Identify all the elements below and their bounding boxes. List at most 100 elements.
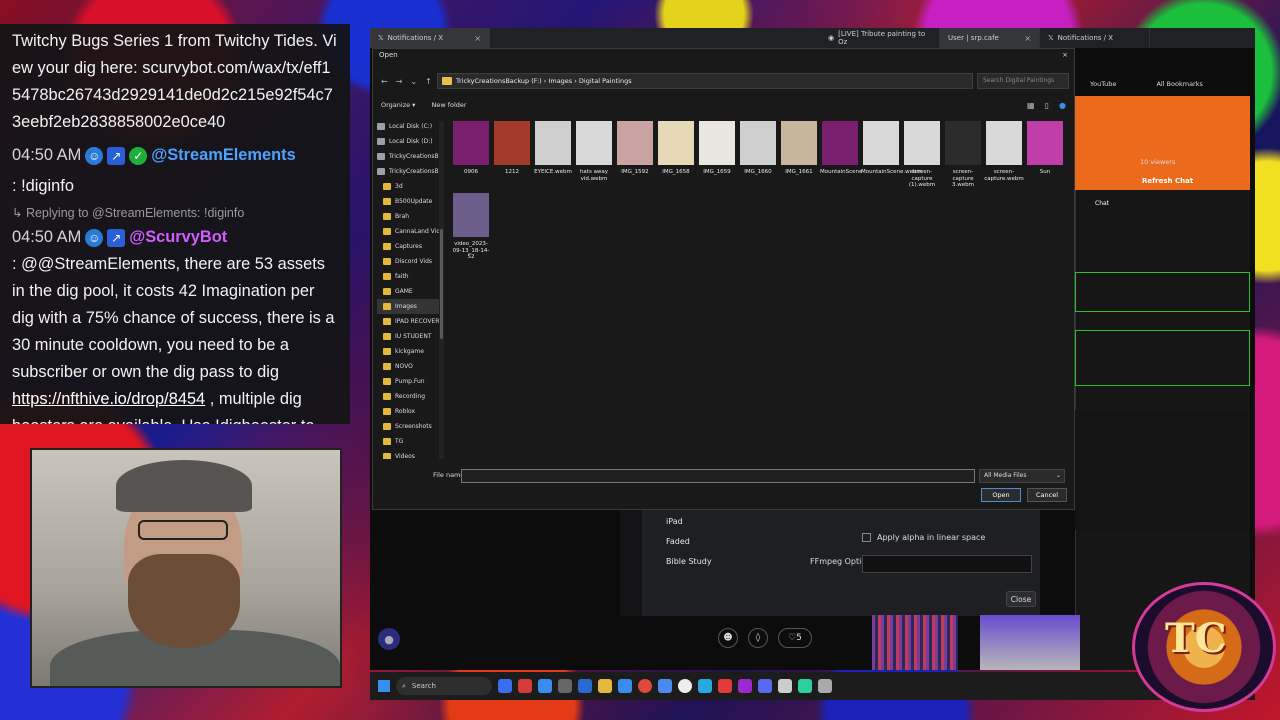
file-item[interactable]: EYEICE.webm bbox=[533, 121, 573, 176]
new-folder-button[interactable]: New folder bbox=[431, 101, 466, 109]
telegram-icon[interactable] bbox=[698, 679, 712, 693]
tree-item[interactable]: TG bbox=[377, 434, 443, 449]
tree-item[interactable]: kickgame bbox=[377, 344, 443, 359]
bookmark-youtube[interactable]: YouTube bbox=[1090, 80, 1116, 88]
app-icon[interactable] bbox=[538, 679, 552, 693]
app-icon[interactable] bbox=[618, 679, 632, 693]
file-item[interactable]: screen-capture 3.webm bbox=[943, 121, 983, 189]
file-item[interactable]: 0906 bbox=[451, 121, 491, 176]
address-bar[interactable]: TrickyCreationsBackup (F:) › Images › Di… bbox=[437, 73, 973, 89]
tree-item[interactable]: Screenshots bbox=[377, 419, 443, 434]
up-arrow-icon[interactable]: ↑ bbox=[425, 77, 432, 86]
file-item[interactable]: screen-capture (1).webm bbox=[902, 121, 942, 189]
help-icon[interactable]: ● bbox=[1059, 101, 1066, 110]
file-item[interactable]: hats away vid.webm bbox=[574, 121, 614, 182]
tree-item[interactable]: Pump.Fun bbox=[377, 374, 443, 389]
tree-item[interactable]: NOVO bbox=[377, 359, 443, 374]
tree-item[interactable]: Discord Vids bbox=[377, 254, 443, 269]
app-icon[interactable] bbox=[798, 679, 812, 693]
tree-item[interactable]: faith bbox=[377, 269, 443, 284]
file-type-select[interactable]: All Media Files ⌄ bbox=[979, 469, 1065, 483]
refresh-chat-button[interactable]: Refresh Chat bbox=[1142, 177, 1193, 185]
ffmpeg-options-input[interactable] bbox=[862, 555, 1032, 573]
file-item[interactable]: MountainScene.webm bbox=[861, 121, 922, 176]
app-icon[interactable] bbox=[558, 679, 572, 693]
tree-item[interactable]: GAME bbox=[377, 284, 443, 299]
chat-tab[interactable]: Chat bbox=[1095, 200, 1109, 207]
file-name-input[interactable] bbox=[461, 469, 975, 483]
browser-tab[interactable]: 𝕏 Notifications / X × bbox=[370, 28, 490, 48]
close-button[interactable]: Close bbox=[1006, 591, 1036, 607]
scene-item[interactable]: Faded bbox=[652, 532, 712, 552]
alpha-option[interactable]: Apply alpha in linear space bbox=[862, 533, 985, 542]
open-button[interactable]: Open bbox=[981, 488, 1021, 502]
tree-item[interactable]: IU STUDENT bbox=[377, 329, 443, 344]
brave-icon[interactable] bbox=[718, 679, 732, 693]
browser-tab[interactable]: User | srp.cafe × bbox=[940, 28, 1040, 48]
file-item[interactable]: video_2023-09-13_18-14-52 bbox=[451, 193, 491, 261]
folder-icon bbox=[383, 273, 391, 280]
view-mode-icon[interactable]: ▦ bbox=[1027, 101, 1035, 110]
preview-pane-icon[interactable]: ▯ bbox=[1045, 101, 1049, 110]
tree-item[interactable]: 3d bbox=[377, 179, 443, 194]
file-explorer-icon[interactable] bbox=[598, 679, 612, 693]
drop-link[interactable]: https://nfthive.io/drop/8454 bbox=[12, 390, 205, 408]
tree-item[interactable]: Local Disk (C:) bbox=[377, 119, 443, 134]
file-item[interactable]: IMG_1660 bbox=[738, 121, 778, 176]
tree-item[interactable]: Local Disk (D:) bbox=[377, 134, 443, 149]
file-item[interactable]: IMG_1659 bbox=[697, 121, 737, 176]
file-item[interactable]: IMG_1592 bbox=[615, 121, 655, 176]
browser-tab[interactable]: ◉ [LIVE] Tribute painting to Oz bbox=[820, 28, 940, 48]
tree-item[interactable]: CannaLand Vide bbox=[377, 224, 443, 239]
scene-item[interactable]: Bible Study bbox=[652, 552, 712, 572]
file-item[interactable]: Sun bbox=[1025, 121, 1065, 176]
file-item[interactable]: MountainScene bbox=[820, 121, 862, 176]
tree-item[interactable]: TrickyCreationsBa bbox=[377, 164, 443, 179]
scene-item[interactable]: iPad bbox=[652, 512, 712, 532]
tree-item[interactable]: Captures bbox=[377, 239, 443, 254]
app-icon[interactable] bbox=[518, 679, 532, 693]
windows-start-icon[interactable] bbox=[378, 680, 390, 692]
chrome-icon[interactable] bbox=[638, 679, 652, 693]
obs-icon[interactable] bbox=[678, 679, 692, 693]
tree-item[interactable]: Images bbox=[377, 299, 443, 314]
tree-scrollbar[interactable] bbox=[439, 121, 444, 459]
file-name: IMG_1592 bbox=[621, 169, 649, 175]
organize-button[interactable]: Organize ▾ bbox=[381, 101, 415, 109]
bookmark-all[interactable]: All Bookmarks bbox=[1156, 80, 1202, 88]
app-icon[interactable] bbox=[498, 679, 512, 693]
people-icon[interactable]: ☻ bbox=[718, 628, 738, 648]
forward-arrow-icon[interactable]: → bbox=[396, 77, 403, 86]
close-icon[interactable]: × bbox=[1024, 34, 1031, 43]
back-arrow-icon[interactable]: ← bbox=[381, 77, 388, 86]
microphone-icon[interactable]: ● bbox=[378, 628, 400, 650]
file-item[interactable]: IMG_1661 bbox=[779, 121, 819, 176]
taskbar-search[interactable]: ⌕ Search bbox=[396, 677, 492, 695]
close-icon[interactable]: × bbox=[1062, 51, 1068, 59]
chevron-down-icon[interactable]: ⌄ bbox=[410, 77, 417, 86]
browser-tab[interactable]: 𝕏 Notifications / X bbox=[1040, 28, 1150, 48]
tree-item[interactable]: Recording bbox=[377, 389, 443, 404]
reactions-button[interactable]: ♡ 5 bbox=[778, 628, 812, 648]
shield-icon[interactable]: ◊ bbox=[748, 628, 768, 648]
tree-item[interactable]: Brah bbox=[377, 209, 443, 224]
app-icon[interactable] bbox=[658, 679, 672, 693]
cancel-button[interactable]: Cancel bbox=[1027, 488, 1067, 502]
discord-icon[interactable] bbox=[758, 679, 772, 693]
chat-timestamp: 04:50 AM bbox=[12, 146, 82, 164]
app-icon[interactable] bbox=[738, 679, 752, 693]
tree-item[interactable]: Videos bbox=[377, 449, 443, 459]
search-input[interactable]: Search Digital Paintings bbox=[977, 73, 1069, 89]
app-icon[interactable] bbox=[578, 679, 592, 693]
close-icon[interactable]: × bbox=[474, 34, 481, 43]
file-item[interactable]: IMG_1658 bbox=[656, 121, 696, 176]
file-item[interactable]: 1212 bbox=[492, 121, 532, 176]
settings-icon[interactable] bbox=[818, 679, 832, 693]
tree-item[interactable]: IPAD RECOVERY bbox=[377, 314, 443, 329]
tree-item[interactable]: Roblox bbox=[377, 404, 443, 419]
alpha-checkbox[interactable] bbox=[862, 533, 871, 542]
tree-item[interactable]: B500Update bbox=[377, 194, 443, 209]
app-icon[interactable] bbox=[778, 679, 792, 693]
file-item[interactable]: screen-capture.webm bbox=[984, 121, 1024, 182]
tree-item[interactable]: TrickyCreationsB bbox=[377, 149, 443, 164]
